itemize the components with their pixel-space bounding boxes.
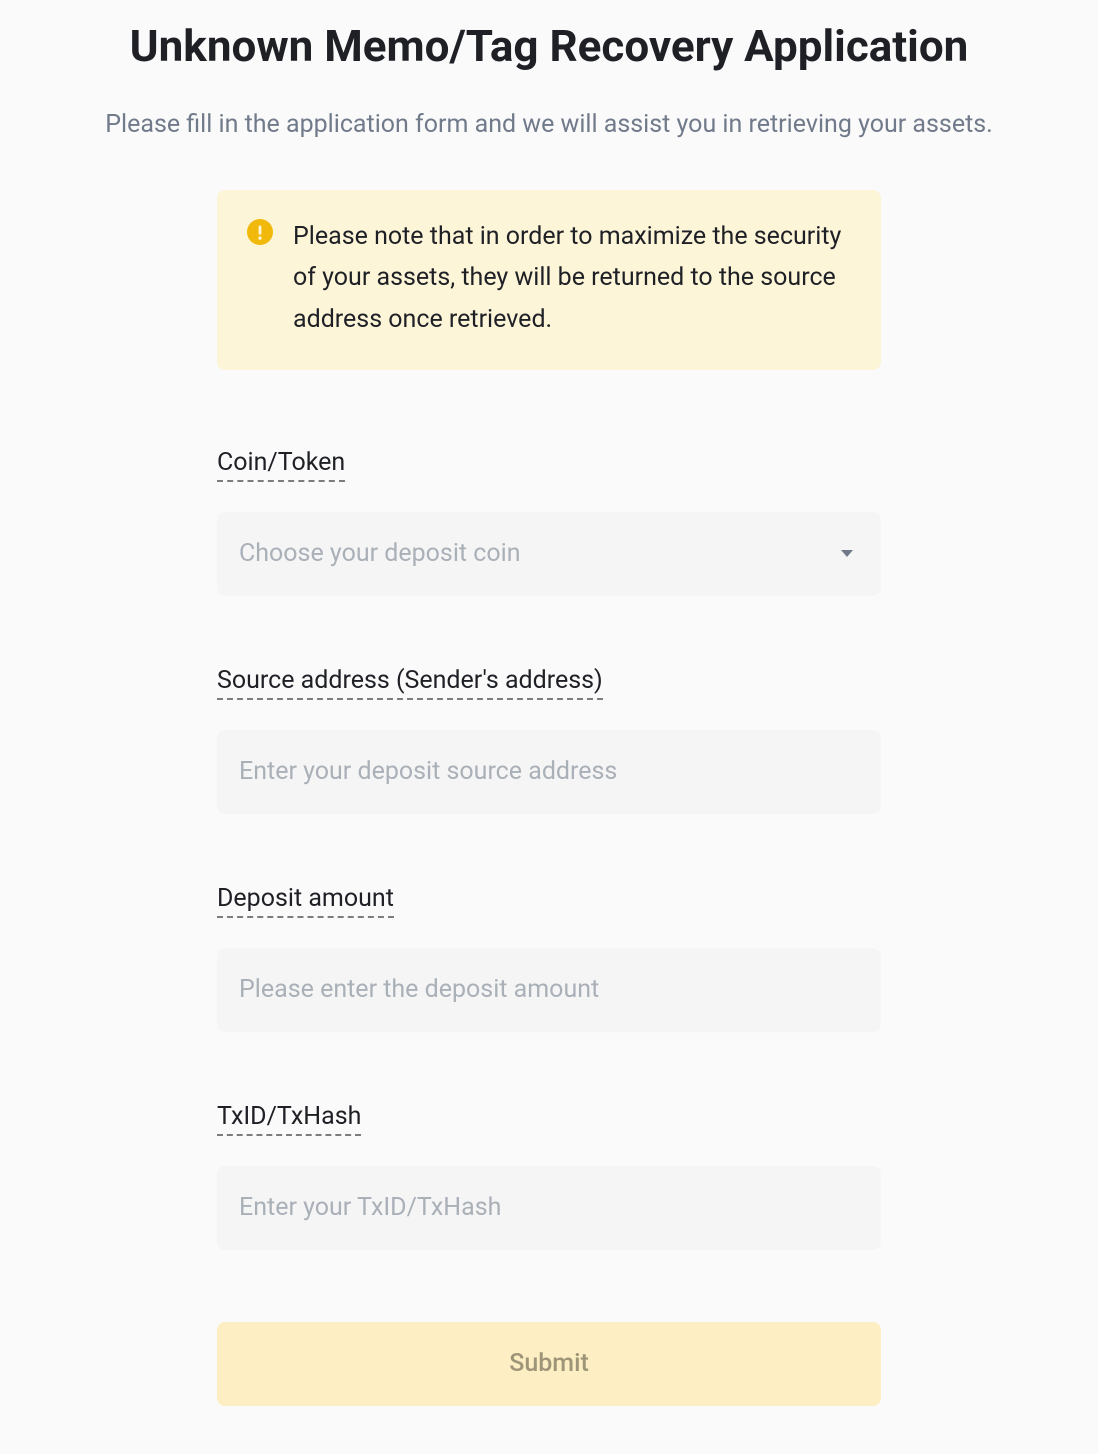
security-notice: Please note that in order to maximize th… bbox=[217, 190, 881, 370]
submit-button[interactable]: Submit bbox=[217, 1322, 881, 1406]
source-address-input[interactable] bbox=[217, 730, 881, 814]
security-notice-text: Please note that in order to maximize th… bbox=[293, 216, 851, 340]
page-subtitle: Please fill in the application form and … bbox=[0, 107, 1098, 142]
source-address-label: Source address (Sender's address) bbox=[217, 666, 603, 700]
page-title: Unknown Memo/Tag Recovery Application bbox=[0, 20, 1098, 72]
txid-input[interactable] bbox=[217, 1166, 881, 1250]
txid-label: TxID/TxHash bbox=[217, 1102, 361, 1136]
coin-token-placeholder: Choose your deposit coin bbox=[239, 539, 521, 568]
deposit-amount-label: Deposit amount bbox=[217, 884, 394, 918]
deposit-amount-input[interactable] bbox=[217, 948, 881, 1032]
coin-token-select[interactable]: Choose your deposit coin bbox=[217, 512, 881, 596]
field-deposit-amount: Deposit amount bbox=[217, 884, 881, 1032]
warning-icon bbox=[247, 219, 273, 245]
field-coin-token: Coin/Token Choose your deposit coin bbox=[217, 448, 881, 596]
chevron-down-icon bbox=[841, 550, 853, 557]
field-source-address: Source address (Sender's address) bbox=[217, 666, 881, 814]
coin-token-label: Coin/Token bbox=[217, 448, 345, 482]
field-txid: TxID/TxHash bbox=[217, 1102, 881, 1250]
page-container: Unknown Memo/Tag Recovery Application Pl… bbox=[0, 20, 1098, 1406]
form: Please note that in order to maximize th… bbox=[217, 142, 881, 1406]
